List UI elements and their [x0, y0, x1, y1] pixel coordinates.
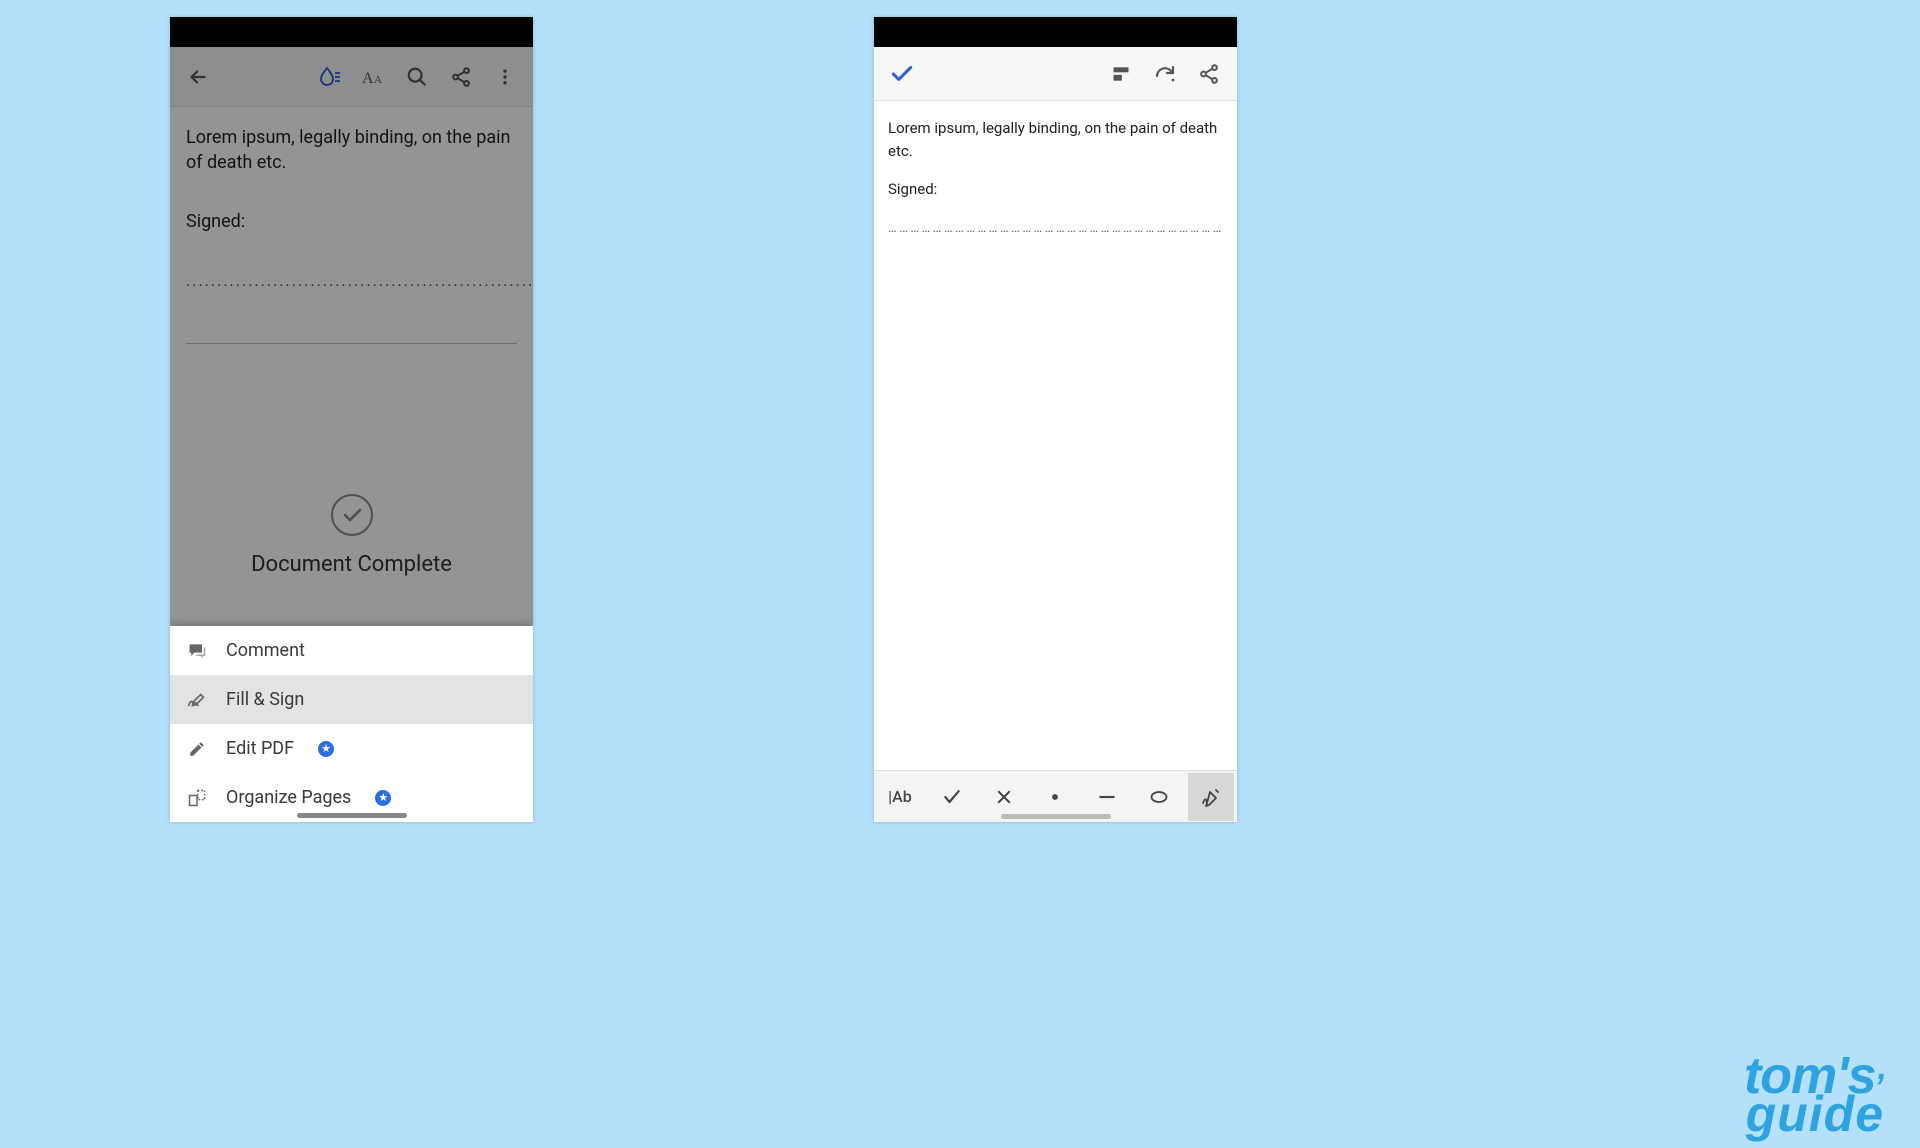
edit-icon — [186, 738, 208, 760]
sheet-item-label: Fill & Sign — [226, 689, 304, 710]
document-paragraph: Lorem ipsum, legally binding, on the pai… — [186, 125, 517, 175]
circle-tool[interactable] — [1136, 773, 1182, 821]
svg-text:A: A — [374, 74, 382, 86]
phone-left: AA Lorem ipsum, legally binding, on the … — [170, 17, 533, 822]
watermark-line2: guide — [1744, 1094, 1884, 1134]
watermark: tom's, guide — [1744, 1056, 1884, 1134]
back-icon[interactable] — [180, 59, 216, 95]
status-bar — [874, 17, 1237, 47]
redo-icon[interactable] — [1143, 52, 1187, 96]
nav-pill[interactable] — [1001, 814, 1111, 819]
divider — [186, 343, 517, 344]
premium-star-icon: ★ — [375, 790, 391, 806]
sheet-item-label: Organize Pages — [226, 787, 351, 808]
nav-pill[interactable] — [297, 813, 407, 818]
bottom-sheet: Comment Fill & Sign Edit PDF ★ Organize — [170, 626, 533, 822]
signature-tool[interactable] — [1188, 773, 1234, 821]
sheet-item-label: Edit PDF — [226, 738, 294, 759]
fill-sign-toolbar: |Ab — [874, 770, 1237, 822]
sheet-item-label: Comment — [226, 640, 305, 661]
checkmark-tool[interactable] — [929, 773, 975, 821]
done-icon[interactable] — [880, 52, 924, 96]
signed-label: Signed: — [186, 209, 517, 234]
phone-right: Lorem ipsum, legally binding, on the pai… — [874, 17, 1237, 822]
viewer-toolbar: AA — [170, 47, 533, 107]
checkmark-circle-icon — [331, 494, 373, 536]
premium-star-icon: ★ — [318, 741, 334, 757]
document-content: Lorem ipsum, legally binding, on the pai… — [170, 107, 533, 598]
share-icon[interactable] — [443, 59, 479, 95]
comment-icon — [186, 640, 208, 662]
svg-text:A: A — [362, 70, 374, 87]
document-paragraph: Lorem ipsum, legally binding, on the pai… — [888, 117, 1223, 162]
form-field-icon[interactable] — [1099, 52, 1143, 96]
signature-line: ........................................… — [186, 269, 517, 293]
organize-icon — [186, 787, 208, 809]
document-status: Document Complete — [186, 550, 517, 581]
fill-sign-icon — [186, 689, 208, 711]
more-icon[interactable] — [487, 59, 523, 95]
liquid-mode-icon[interactable] — [311, 59, 347, 95]
right-phone-body: Lorem ipsum, legally binding, on the pai… — [874, 47, 1237, 822]
editor-document[interactable]: Lorem ipsum, legally binding, on the pai… — [874, 101, 1237, 770]
sheet-item-fill-sign[interactable]: Fill & Sign — [170, 675, 533, 724]
status-bar — [170, 17, 533, 47]
share-icon[interactable] — [1187, 52, 1231, 96]
editor-toolbar — [874, 47, 1237, 101]
sheet-item-edit-pdf[interactable]: Edit PDF ★ — [170, 724, 533, 773]
left-phone-body: AA Lorem ipsum, legally binding, on the … — [170, 47, 533, 822]
signature-line: ………………………………………………………………………………………… — [888, 219, 1223, 239]
text-tool-label: |Ab — [888, 787, 912, 806]
text-tool[interactable]: |Ab — [877, 773, 923, 821]
text-settings-icon[interactable]: AA — [355, 59, 391, 95]
search-icon[interactable] — [399, 59, 435, 95]
completion-block: Document Complete — [186, 494, 517, 581]
signed-label: Signed: — [888, 178, 1223, 201]
sheet-item-comment[interactable]: Comment — [170, 626, 533, 675]
